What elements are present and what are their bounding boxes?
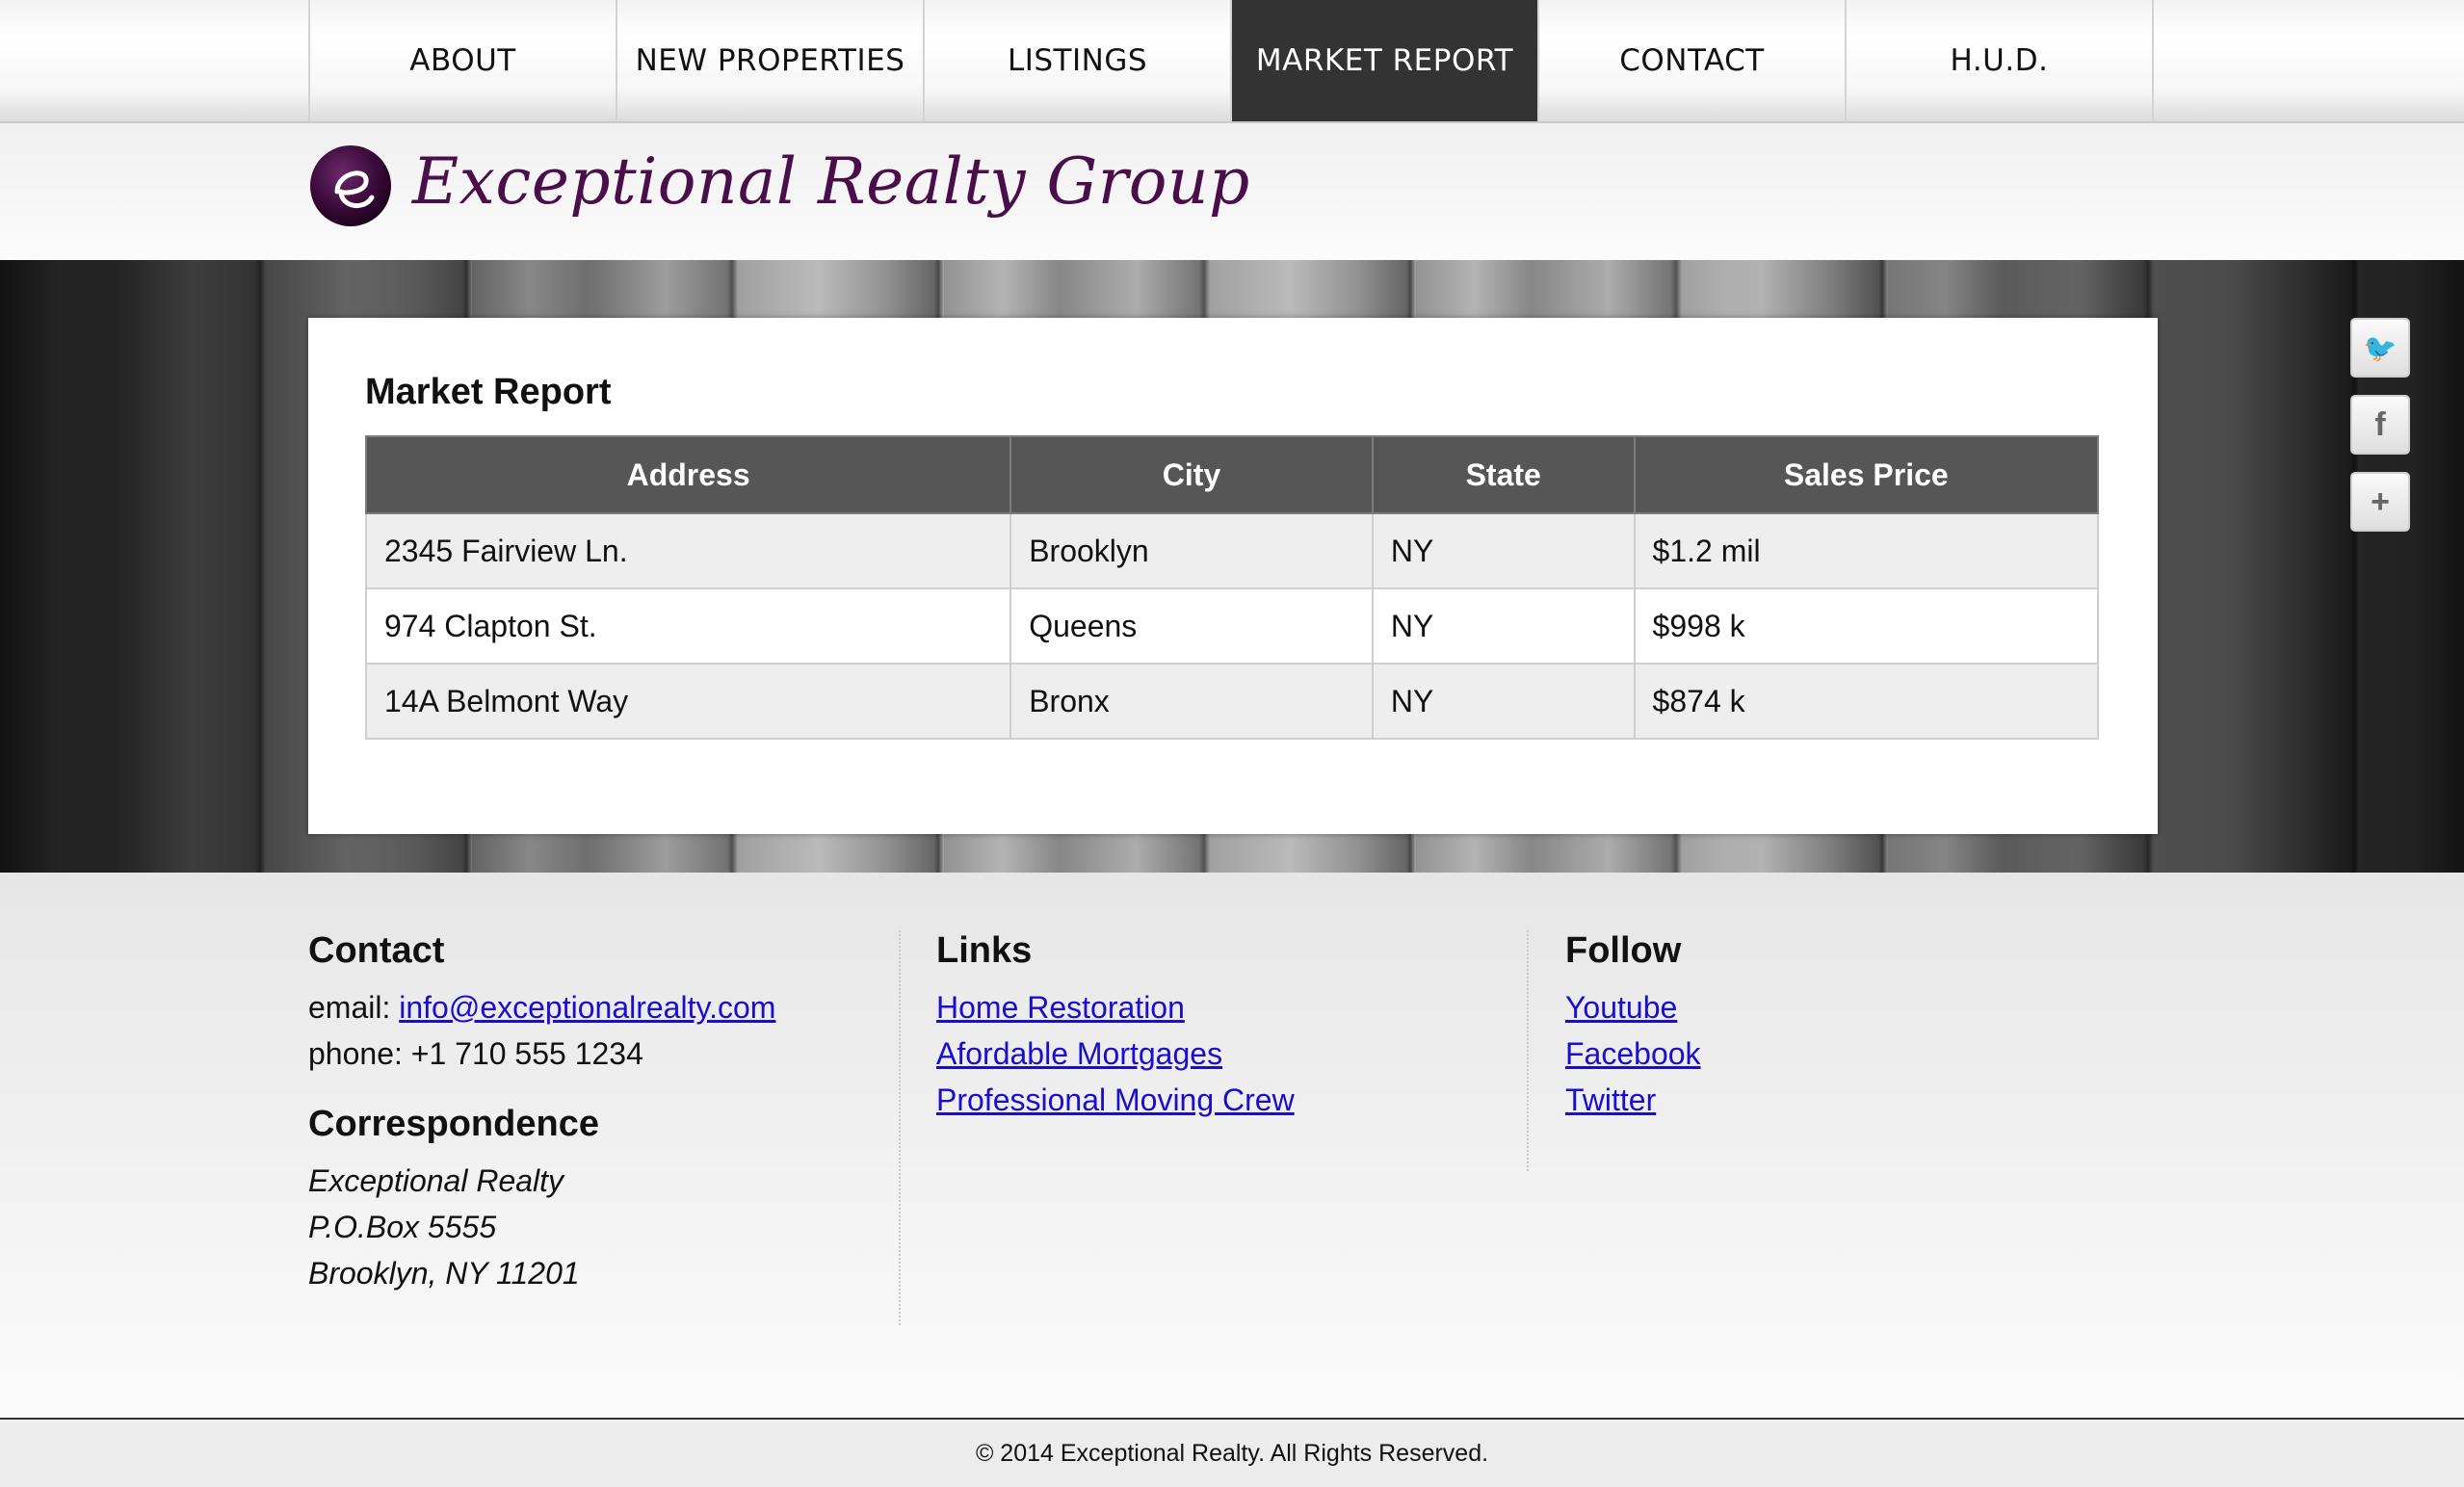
cell-city: Bronx xyxy=(1009,663,1374,740)
cell-sales-price: $1.2 mil xyxy=(1633,512,2100,589)
nav-item-about[interactable]: ABOUT xyxy=(310,0,617,121)
footer-correspondence-heading: Correspondence xyxy=(308,1104,599,1144)
correspondence-line: P.O.Box 5555 xyxy=(308,1210,497,1244)
link-professional-moving-crew[interactable]: Professional Moving Crew xyxy=(936,1083,1295,1117)
column-header-sales-price: Sales Price xyxy=(1633,435,2100,514)
market-report-table: Address City State Sales Price 2345 Fair… xyxy=(364,435,2100,740)
nav-item-market-report[interactable]: MARKET REPORT xyxy=(1232,0,1539,121)
share-plus-button[interactable]: + xyxy=(2350,472,2410,532)
footer-phone: phone: +1 710 555 1234 xyxy=(308,1036,643,1071)
footer-follow-column: Follow Youtube Facebook Twitter xyxy=(1565,930,1701,1123)
table-row: 974 Clapton St. Queens NY $998 k xyxy=(364,587,2100,665)
footer-divider xyxy=(899,930,901,1325)
footer: Contact email: info@exceptionalrealty.co… xyxy=(0,873,2464,1418)
table-row: 14A Belmont Way Bronx NY $874 k xyxy=(364,663,2100,740)
link-twitter[interactable]: Twitter xyxy=(1565,1083,1656,1117)
footer-links-column: Links Home Restoration Afordable Mortgag… xyxy=(936,930,1295,1123)
facebook-button[interactable]: f xyxy=(2350,395,2410,455)
cell-state: NY xyxy=(1371,663,1636,740)
footer-email-line: email: info@exceptionalrealty.com xyxy=(308,984,775,1030)
cell-address: 2345 Fairview Ln. xyxy=(364,512,1012,589)
logo-icon[interactable] xyxy=(308,143,393,228)
logo-wordmark[interactable]: Exceptional Realty Group xyxy=(412,144,1250,219)
cell-address: 974 Clapton St. xyxy=(364,587,1012,665)
market-report-card: Market Report Address City State Sales P… xyxy=(308,318,2158,834)
column-header-city: City xyxy=(1009,435,1374,514)
column-header-address: Address xyxy=(364,435,1012,514)
table-header-row: Address City State Sales Price xyxy=(364,435,2100,514)
copyright-text: © 2014 Exceptional Realty. All Rights Re… xyxy=(975,1439,1489,1467)
nav-item-new-properties[interactable]: NEW PROPERTIES xyxy=(617,0,925,121)
link-affordable-mortgages[interactable]: Afordable Mortgages xyxy=(936,1036,1222,1071)
plus-icon: + xyxy=(2371,483,2390,520)
nav-item-hud[interactable]: H.U.D. xyxy=(1847,0,2154,121)
twitter-icon: 🐦 xyxy=(2363,332,2398,363)
correspondence-line: Brooklyn, NY 11201 xyxy=(308,1256,580,1291)
footer-contact-column: Contact email: info@exceptionalrealty.co… xyxy=(308,930,775,1296)
nav-menu: ABOUT NEW PROPERTIES LISTINGS MARKET REP… xyxy=(308,0,2154,121)
cell-city: Queens xyxy=(1009,587,1374,665)
column-header-state: State xyxy=(1371,435,1636,514)
footer-divider xyxy=(1527,930,1529,1171)
copyright-bar: © 2014 Exceptional Realty. All Rights Re… xyxy=(0,1418,2464,1487)
footer-links-heading: Links xyxy=(936,930,1033,971)
nav-item-listings[interactable]: LISTINGS xyxy=(925,0,1232,121)
email-label: email: xyxy=(308,990,400,1025)
link-youtube[interactable]: Youtube xyxy=(1565,990,1677,1025)
link-facebook[interactable]: Facebook xyxy=(1565,1036,1701,1071)
cell-address: 14A Belmont Way xyxy=(364,663,1012,740)
footer-follow-heading: Follow xyxy=(1565,930,1682,971)
footer-contact-heading: Contact xyxy=(308,930,445,971)
cell-city: Brooklyn xyxy=(1009,512,1374,589)
nav-item-contact[interactable]: CONTACT xyxy=(1539,0,1847,121)
page-title: Market Report xyxy=(365,372,612,412)
cell-state: NY xyxy=(1371,512,1636,589)
cell-sales-price: $874 k xyxy=(1633,663,2100,740)
facebook-icon: f xyxy=(2374,405,2386,443)
table-row: 2345 Fairview Ln. Brooklyn NY $1.2 mil xyxy=(364,512,2100,589)
top-navigation: ABOUT NEW PROPERTIES LISTINGS MARKET REP… xyxy=(0,0,2464,123)
link-home-restoration[interactable]: Home Restoration xyxy=(936,990,1185,1025)
email-link[interactable]: info@exceptionalrealty.com xyxy=(399,990,775,1025)
correspondence-line: Exceptional Realty xyxy=(308,1163,564,1198)
cell-sales-price: $998 k xyxy=(1633,587,2100,665)
twitter-button[interactable]: 🐦 xyxy=(2350,318,2410,378)
cell-state: NY xyxy=(1371,587,1636,665)
